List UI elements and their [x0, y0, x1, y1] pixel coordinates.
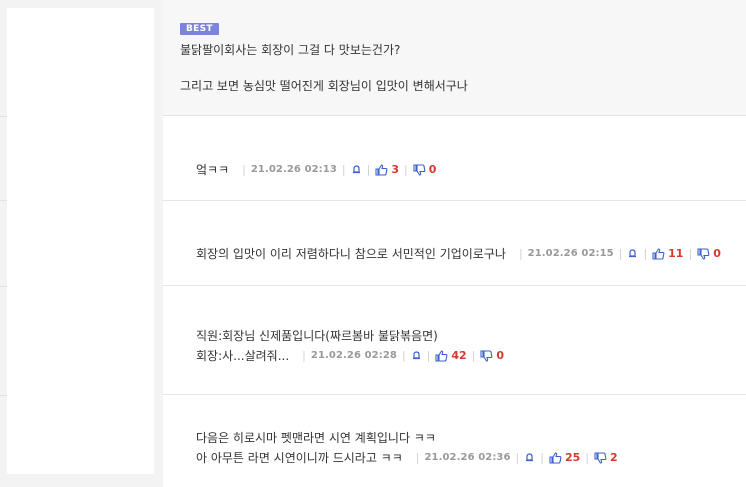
separator: |	[426, 349, 431, 362]
separator: |	[341, 163, 346, 176]
like-count: 25	[564, 451, 581, 464]
separator: |	[540, 451, 544, 464]
comment-meta: | 21.02.26 02:13 | | 3 | 0	[237, 163, 436, 176]
comment-date: 21.02.26 02:15	[527, 248, 614, 259]
dislike-button[interactable]: 0	[480, 349, 504, 362]
best-comment-line-2: 그리고 보면 농심맛 떨어진게 회장님이 입맛이 변해서구나	[180, 79, 468, 93]
separator: |	[618, 247, 623, 260]
dislike-count: 0	[428, 163, 437, 176]
comment-row	[163, 116, 746, 201]
like-button[interactable]: 11	[652, 247, 683, 260]
dislike-count: 0	[496, 349, 505, 362]
separator: |	[643, 247, 648, 260]
thumbs-down-icon	[594, 451, 607, 464]
bell-report-icon	[412, 351, 420, 360]
comment-2: 회장의 입맛이 이리 저렴하다니 참으로 서민적인 기업이로구나 | 21.02…	[196, 245, 721, 262]
comment-4-line-1: 다음은 히로시마 펫맨라면 시연 계획입니다 ㅋㅋ	[196, 429, 436, 446]
bell-report-icon	[352, 165, 360, 174]
comment-date: 21.02.26 02:13	[250, 164, 337, 175]
best-comment	[163, 0, 746, 116]
report-button[interactable]	[411, 350, 422, 361]
like-button[interactable]: 3	[375, 163, 399, 176]
comment-text: 직원:회장님 신제품입니다(짜르봄바 불닭볶음면)	[196, 329, 438, 343]
separator: |	[471, 349, 476, 362]
separator: |	[415, 451, 420, 464]
comment-4-line-2: 아 아무튼 라면 시연이니까 드시라고 ㅋㅋ | 21.02.26 02:36 …	[196, 449, 618, 466]
comment-text: 회장의 입맛이 이리 저렴하다니 참으로 서민적인 기업이로구나	[196, 247, 506, 261]
bell-report-icon	[629, 249, 637, 258]
thumbs-down-icon	[480, 349, 493, 362]
comment-row	[163, 201, 746, 286]
thumbs-up-icon	[549, 451, 562, 464]
thumbs-down-icon	[697, 247, 710, 260]
thumbs-down-icon	[413, 163, 426, 176]
best-comment-line-1: 불닭팔이회사는 회장이 그걸 다 맛보는건가?	[180, 43, 401, 57]
best-badge: BEST	[180, 23, 219, 35]
separator: |	[401, 349, 406, 362]
separator: |	[518, 247, 523, 260]
comment-meta: | 21.02.26 02:36 | | 25 | 2	[411, 451, 618, 464]
comment-date: 21.02.26 02:36	[424, 452, 511, 463]
comment-text: 다음은 히로시마 펫맨라면 시연 계획입니다 ㅋㅋ	[196, 431, 436, 445]
comment-date: 21.02.26 02:28	[310, 350, 397, 361]
comment-1: 엌ㅋㅋ | 21.02.26 02:13 | | 3 | 0	[196, 161, 436, 178]
separator: |	[302, 349, 306, 362]
thumbs-up-icon	[435, 349, 448, 362]
dislike-button[interactable]: 0	[697, 247, 721, 260]
comment-text: 아 아무튼 라면 시연이니까 드시라고 ㅋㅋ	[196, 451, 403, 465]
like-count: 3	[391, 163, 399, 176]
comment-meta: | 21.02.26 02:28 | | 42 | 0	[297, 349, 504, 362]
dislike-count: 0	[713, 247, 721, 260]
separator: |	[585, 451, 590, 464]
like-count: 42	[451, 349, 467, 362]
comment-meta: | 21.02.26 02:15 | | 11 | 0	[514, 247, 721, 260]
dislike-button[interactable]: 0	[413, 163, 437, 176]
bell-report-icon	[526, 453, 534, 462]
like-count: 11	[668, 247, 684, 260]
like-button[interactable]: 42	[435, 349, 467, 362]
left-blank-panel	[7, 8, 154, 474]
comment-3-line-2: 회장:사...살려줘... | 21.02.26 02:28 | | 42 | …	[196, 347, 504, 364]
comment-text: 엌ㅋㅋ	[196, 163, 230, 177]
dislike-count: 2	[610, 451, 618, 464]
thumbs-up-icon	[652, 247, 665, 260]
separator: |	[366, 163, 371, 176]
report-button[interactable]	[351, 164, 362, 175]
separator: |	[242, 163, 246, 176]
report-button[interactable]	[524, 452, 535, 463]
comment-page: BEST 불닭팔이회사는 회장이 그걸 다 맛보는건가? 그리고 보면 농심맛 …	[0, 0, 746, 487]
comment-3-line-1: 직원:회장님 신제품입니다(짜르봄바 불닭볶음면)	[196, 327, 438, 344]
separator: |	[688, 247, 693, 260]
separator: |	[404, 163, 408, 176]
comment-text: 회장:사...살려줘...	[196, 349, 290, 363]
separator: |	[515, 451, 520, 464]
report-button[interactable]	[627, 248, 638, 259]
dislike-button[interactable]: 2	[594, 451, 618, 464]
thumbs-up-icon	[375, 163, 388, 176]
like-button[interactable]: 25	[549, 451, 580, 464]
